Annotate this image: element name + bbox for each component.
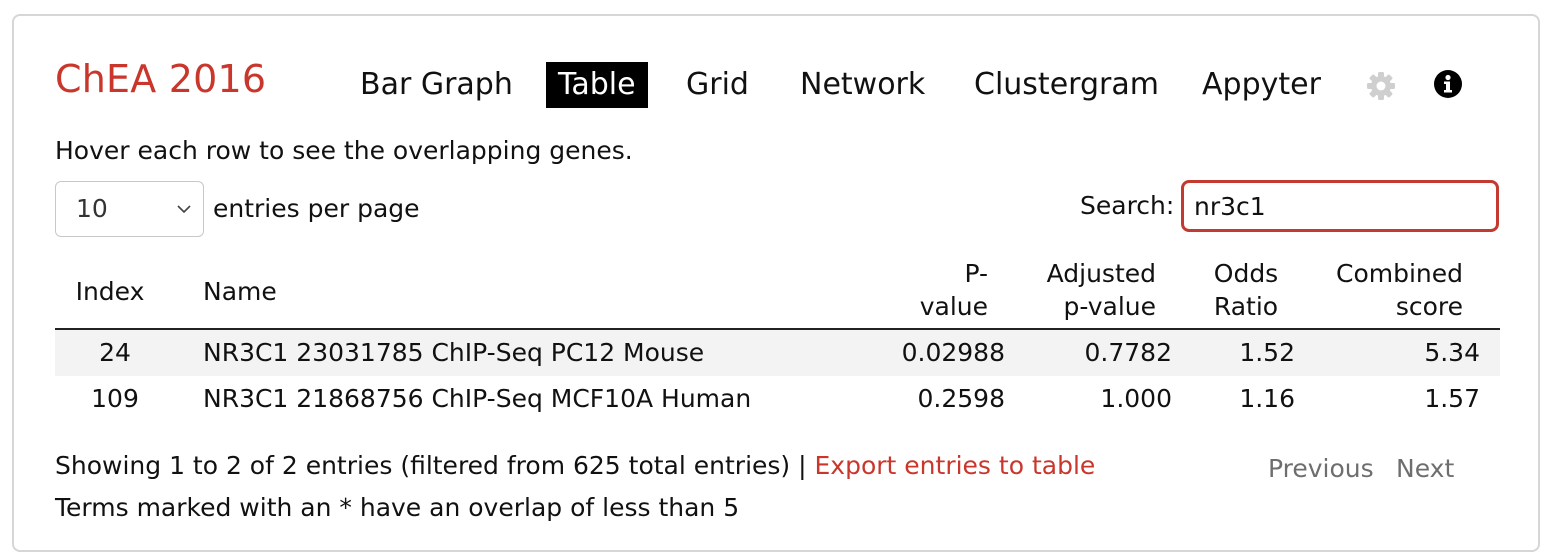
column-header-odds-ratio[interactable]: Odds Ratio	[1196, 257, 1296, 323]
next-page-button[interactable]: Next	[1396, 453, 1454, 485]
column-header-adjusted-line1: Adjusted	[1046, 259, 1156, 288]
column-header-name-label: Name	[203, 277, 277, 306]
column-header-index-label: Index	[75, 277, 145, 306]
cell-index: 109	[91, 384, 139, 413]
hover-hint: Hover each row to see the overlapping ge…	[55, 136, 633, 165]
entries-per-page-label: entries per page	[213, 194, 420, 223]
column-header-adjusted-pvalue[interactable]: Adjusted p-value	[1000, 257, 1156, 323]
search-input[interactable]	[1181, 180, 1499, 232]
table-row[interactable]: 109 NR3C1 21868756 ChIP-Seq MCF10A Human…	[55, 376, 1500, 422]
cell-adjusted-pvalue: 1.000	[1100, 384, 1172, 413]
entries-per-page-value: 10	[76, 194, 108, 223]
column-header-pvalue-line1: P-	[964, 259, 988, 288]
gear-icon[interactable]	[1365, 70, 1397, 102]
cell-odds-ratio: 1.16	[1239, 384, 1295, 413]
cell-pvalue: 0.02988	[901, 338, 1005, 367]
cell-adjusted-pvalue: 0.7782	[1084, 338, 1172, 367]
cell-index: 24	[99, 338, 131, 367]
column-header-combined-line2: score	[1395, 292, 1463, 321]
column-header-combined-score[interactable]: Combined score	[1305, 257, 1463, 323]
tab-clustergram[interactable]: Clustergram	[974, 62, 1159, 108]
info-icon[interactable]	[1433, 69, 1463, 99]
tab-table[interactable]: Table	[546, 62, 648, 108]
library-title: ChEA 2016	[55, 57, 267, 101]
column-header-name[interactable]: Name	[203, 275, 277, 308]
showing-entries-text: Showing 1 to 2 of 2 entries (filtered fr…	[55, 451, 807, 480]
cell-name: NR3C1 21868756 ChIP-Seq MCF10A Human	[203, 384, 752, 413]
tab-grid[interactable]: Grid	[686, 62, 749, 108]
column-header-combined-line1: Combined	[1335, 259, 1463, 288]
column-header-odds-line2: Ratio	[1213, 292, 1279, 321]
table-row[interactable]: 24 NR3C1 23031785 ChIP-Seq PC12 Mouse 0.…	[55, 330, 1500, 376]
cell-combined-score: 5.34	[1424, 338, 1480, 367]
search-label: Search:	[1080, 191, 1175, 220]
cell-combined-score: 1.57	[1424, 384, 1480, 413]
cell-pvalue: 0.2598	[917, 384, 1005, 413]
overlap-note: Terms marked with an * have an overlap o…	[55, 493, 740, 522]
column-header-adjusted-line2: p-value	[1063, 292, 1156, 321]
previous-page-button[interactable]: Previous	[1268, 453, 1374, 485]
export-entries-link[interactable]: Export entries to table	[815, 451, 1096, 480]
column-header-index[interactable]: Index	[70, 275, 150, 308]
tab-network[interactable]: Network	[800, 62, 925, 108]
column-header-pvalue-line2: value	[919, 292, 988, 321]
chevron-down-icon	[177, 205, 191, 214]
cell-name: NR3C1 23031785 ChIP-Seq PC12 Mouse	[203, 338, 705, 367]
tab-bar-graph[interactable]: Bar Graph	[360, 62, 513, 108]
column-header-pvalue[interactable]: P- value	[880, 257, 988, 323]
cell-odds-ratio: 1.52	[1239, 338, 1295, 367]
showing-entries-line: Showing 1 to 2 of 2 entries (filtered fr…	[55, 450, 1095, 482]
entries-per-page-select[interactable]: 10	[55, 181, 204, 237]
tab-appyter[interactable]: Appyter	[1202, 62, 1321, 108]
column-header-odds-line1: Odds	[1213, 259, 1279, 288]
